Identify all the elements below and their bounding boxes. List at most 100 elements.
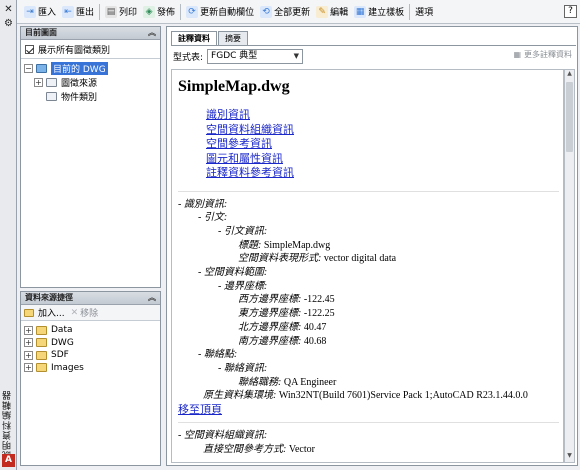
toc-link-entity-attribute[interactable]: 圖元和屬性資訊 [206,152,559,167]
print-label: 列印 [119,8,138,18]
metadata-line: 標題: SimpleMap.dwg [178,239,559,253]
metadata-line: 聯絡職務: QA Engineer [178,376,559,390]
edit-button[interactable]: ✎ 編輯 [313,3,351,21]
toc-link-metadata-reference[interactable]: 註釋資料參考資訊 [206,166,559,181]
collapse-toggle-icon[interactable]: − [24,63,33,73]
source-item-label: Images [51,362,84,373]
metadata-line: - 引文: [178,211,559,225]
update-all-button[interactable]: ⟲ 全部更新 [257,3,313,21]
tree-item-object-classes[interactable]: 物件類別 [24,89,157,103]
metadata-field-label: - 聯絡點: [198,349,238,361]
metadata-field-value: vector digital data [323,253,397,265]
tree-item-current-dwg[interactable]: − 目前的 DWG [24,61,157,75]
tree-item-label: 物件類別 [61,92,98,103]
collapse-icon[interactable]: ︽ [148,27,156,39]
scrollbar-thumb[interactable] [566,82,573,152]
metadata-field-label: 東方邊界座標: [238,308,302,320]
data-sources-title: 資料來源捷徑 [25,293,73,302]
metadata-line: - 聯絡點: [178,348,559,362]
toc-link-spatial-reference[interactable]: 空間參考資訊 [206,137,559,152]
vertical-scrollbar[interactable]: ▲ ▼ [564,69,575,463]
source-item-label: DWG [51,337,74,348]
metadata-field-label: - 聯絡資訊: [218,362,268,374]
metadata-line: - 識別資訊: [178,198,559,212]
expand-toggle-icon[interactable]: + [34,77,43,87]
metadata-document: SimpleMap.dwg 識別資訊 空間資料組織資訊 空間參考資訊 圖元和屬性… [171,69,564,463]
metadata-field-value: QA Engineer [283,376,337,388]
show-all-feature-classes-checkbox[interactable]: 展示所有圖徵類別 [25,42,156,56]
folder-icon [46,77,57,87]
folder-icon [36,325,47,335]
more-metadata-icon: ▦ [513,50,521,59]
publish-icon: ◈ [143,5,156,18]
metadata-line: - 引文資訊: [178,225,559,239]
toc-link-identification[interactable]: 識別資訊 [206,108,559,123]
folder-icon [36,350,47,360]
metadata-field-label: 空間資料表現形式: [238,253,322,265]
document-title: SimpleMap.dwg [178,78,290,95]
help-button[interactable]: ? [564,5,577,18]
update-fields-button[interactable]: ⟳ 更新自動欄位 [183,3,257,21]
publish-button[interactable]: ◈ 發佈 [140,3,178,21]
tab-summary[interactable]: 摘要 [218,31,248,45]
source-item-data[interactable]: + Data [24,324,157,337]
metadata-field-label: 南方邊界座標: [238,335,302,347]
metadata-line: 空間資料表現形式: vector digital data [178,252,559,266]
export-label: 匯出 [76,8,95,18]
metadata-field-value: SimpleMap.dwg [263,239,331,251]
expand-toggle-icon[interactable]: + [24,325,33,335]
create-template-label: 建立樣板 [368,8,405,18]
data-sources-header: 資料來源捷徑 ︽ [21,292,160,305]
metadata-line: - 空間資料範圍: [178,266,559,280]
metadata-field-label: 北方邊界座標: [238,321,302,333]
toolbar: ⇥ 匯入 ⇤ 匯出 ▤ 列印 ◈ 發佈 ⟳ 更新自動欄位 ⟲ 全部更新 ✎ 編輯 ▦ 建立樣板 … [17,0,580,24]
expand-toggle-icon[interactable]: + [24,338,33,348]
folder-icon [46,91,57,101]
folder-icon [36,363,47,373]
spatial-organization-section: - 空間資料組織資訊: 直接空間參考方式: Vector [178,429,559,456]
options-label: 選項 [415,8,434,18]
metadata-line: - 聯絡資訊: [178,362,559,376]
expand-toggle-icon[interactable]: + [24,350,33,360]
metadata-line: 北方邊界座標: 40.47 [178,321,559,335]
scroll-up-icon[interactable]: ▲ [565,70,574,80]
add-source-button[interactable]: 加入... [24,306,65,320]
metadata-field-label: - 空間資料組織資訊: [178,430,268,442]
more-metadata-button[interactable]: ▦ 更多註釋資料 [513,49,572,60]
palette-title: 說明資料編輯器 [3,390,13,460]
metadata-field-label: - 識別資訊: [178,198,228,210]
remove-source-label: 移除 [80,309,99,319]
source-item-sdf[interactable]: + SDF [24,349,157,362]
scroll-down-icon[interactable]: ▼ [565,452,574,462]
checkbox-checked[interactable] [25,44,34,54]
toc-link-spatial-organization[interactable]: 空間資料組織資訊 [206,123,559,138]
back-to-top-link[interactable]: 移至頂頁 [178,403,559,417]
style-dropdown[interactable]: FGDC 典型 ▼ [207,48,304,64]
import-button[interactable]: ⇥ 匯入 [21,3,59,21]
print-button[interactable]: ▤ 列印 [102,3,140,21]
add-folder-icon [24,308,34,317]
template-icon: ▦ [354,5,367,18]
source-item-dwg[interactable]: + DWG [24,337,157,350]
export-button[interactable]: ⇤ 匯出 [59,3,97,21]
metadata-field-value: 40.47 [303,321,327,333]
update-all-icon: ⟲ [260,5,273,18]
palette-side-strip: ✕ ⚙ 說明資料編輯器 A [0,0,17,470]
data-sources-panel: 資料來源捷徑 ︽ 加入... ✕ 移除 + Data + DWG + SDF + Image… [20,291,161,466]
tree-item-feature-sources[interactable]: + 圖徵來源 [24,75,157,89]
remove-source-button[interactable]: ✕ 移除 [71,306,99,320]
collapse-icon[interactable]: ︽ [148,292,156,304]
metadata-field-value: -122.25 [303,308,335,320]
create-template-button[interactable]: ▦ 建立樣板 [351,3,407,21]
metadata-field-value: 40.68 [303,335,327,347]
publish-label: 發佈 [157,8,176,18]
source-item-images[interactable]: + Images [24,362,157,375]
metadata-line: - 空間資料組織資訊: [178,429,559,443]
close-icon[interactable]: ✕ [3,4,14,15]
options-button[interactable]: 選項 [412,3,436,21]
gear-icon[interactable]: ⚙ [3,18,14,29]
style-label: 型式表: [173,52,204,63]
tab-metadata[interactable]: 註釋資料 [171,31,217,46]
expand-toggle-icon[interactable]: + [24,363,33,373]
import-label: 匯入 [38,8,57,18]
